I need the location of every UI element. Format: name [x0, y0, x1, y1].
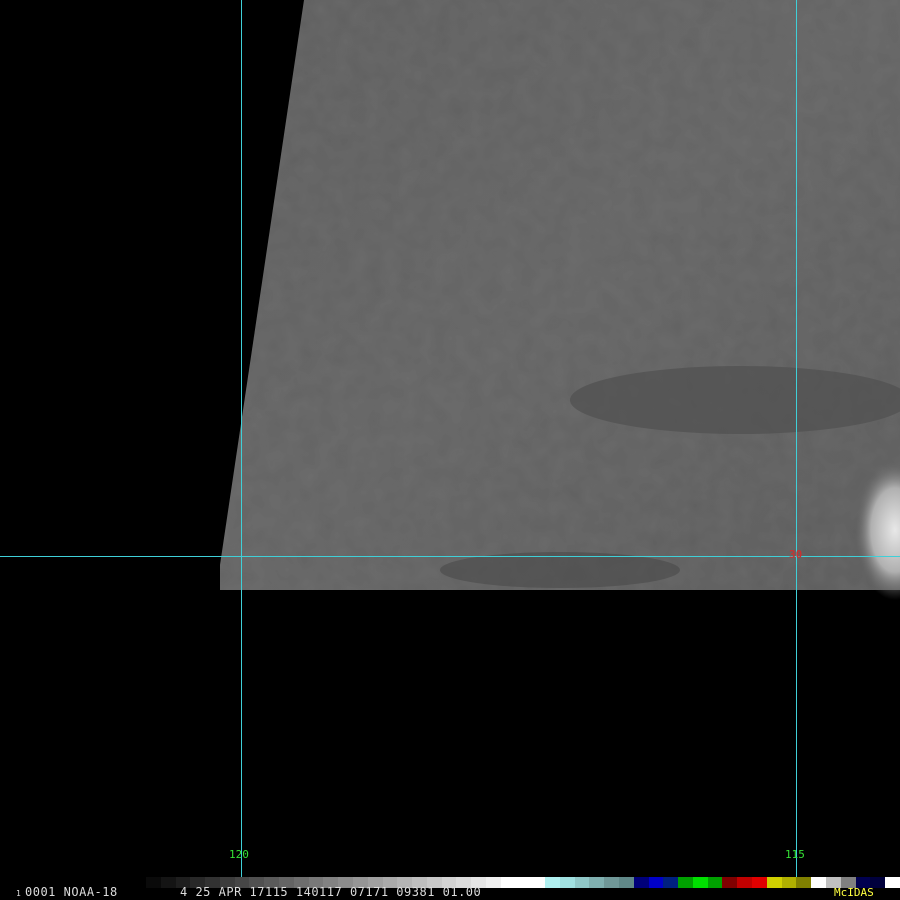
satellite-image: [220, 0, 900, 600]
colorbar-segment: [752, 877, 767, 888]
colorbar-segment: [500, 877, 516, 888]
satellite-name: NOAA-18: [63, 885, 118, 899]
frame-number-value: 0001: [25, 885, 56, 899]
colorbar-segment: [692, 877, 708, 888]
colorbar-segment: [737, 877, 753, 888]
swath-texture: [220, 0, 900, 590]
colorbar-segment: [678, 877, 693, 888]
colorbar-segment: [530, 877, 546, 888]
colorbar-segment: [663, 877, 679, 888]
frame-number: 0001 NOAA-18: [25, 885, 118, 899]
longitude-label-115: 115: [785, 848, 805, 861]
colorbar-segment: [885, 877, 900, 888]
longitude-line-120: [241, 0, 242, 878]
colorbar-segment: [707, 877, 723, 888]
colorbar-segment: [515, 877, 531, 888]
colorbar-segment: [766, 877, 782, 888]
mcidas-branding: McIDAS: [834, 886, 874, 899]
frame-indicator: 1: [16, 889, 21, 898]
colorbar-segment: [796, 877, 812, 888]
longitude-label-120: 120: [229, 848, 249, 861]
colorbar-segment: [146, 877, 161, 888]
colorbar-segment: [781, 877, 797, 888]
colorbar-segment: [811, 877, 826, 888]
latitude-label-30: 30: [789, 548, 803, 561]
colorbar-segment: [633, 877, 649, 888]
colorbar-segment: [604, 877, 619, 888]
longitude-line-115: [796, 0, 797, 878]
colorbar-segment: [485, 877, 501, 888]
colorbar-segment: [589, 877, 605, 888]
colorbar-segment: [574, 877, 590, 888]
latitude-line-30: [0, 556, 900, 557]
dark-band: [440, 552, 680, 588]
colorbar-segment: [619, 877, 634, 888]
colorbar-segment: [545, 877, 560, 888]
colorbar-segment: [648, 877, 664, 888]
image-info-line: 4 25 APR 17115 140117 07171 09381 01.00: [180, 885, 482, 899]
satellite-image-viewport[interactable]: 120 115 30: [0, 0, 900, 900]
colorbar-segment: [559, 877, 575, 888]
colorbar-segment: [722, 877, 738, 888]
dark-region: [570, 366, 900, 434]
colorbar-segment: [160, 877, 176, 888]
